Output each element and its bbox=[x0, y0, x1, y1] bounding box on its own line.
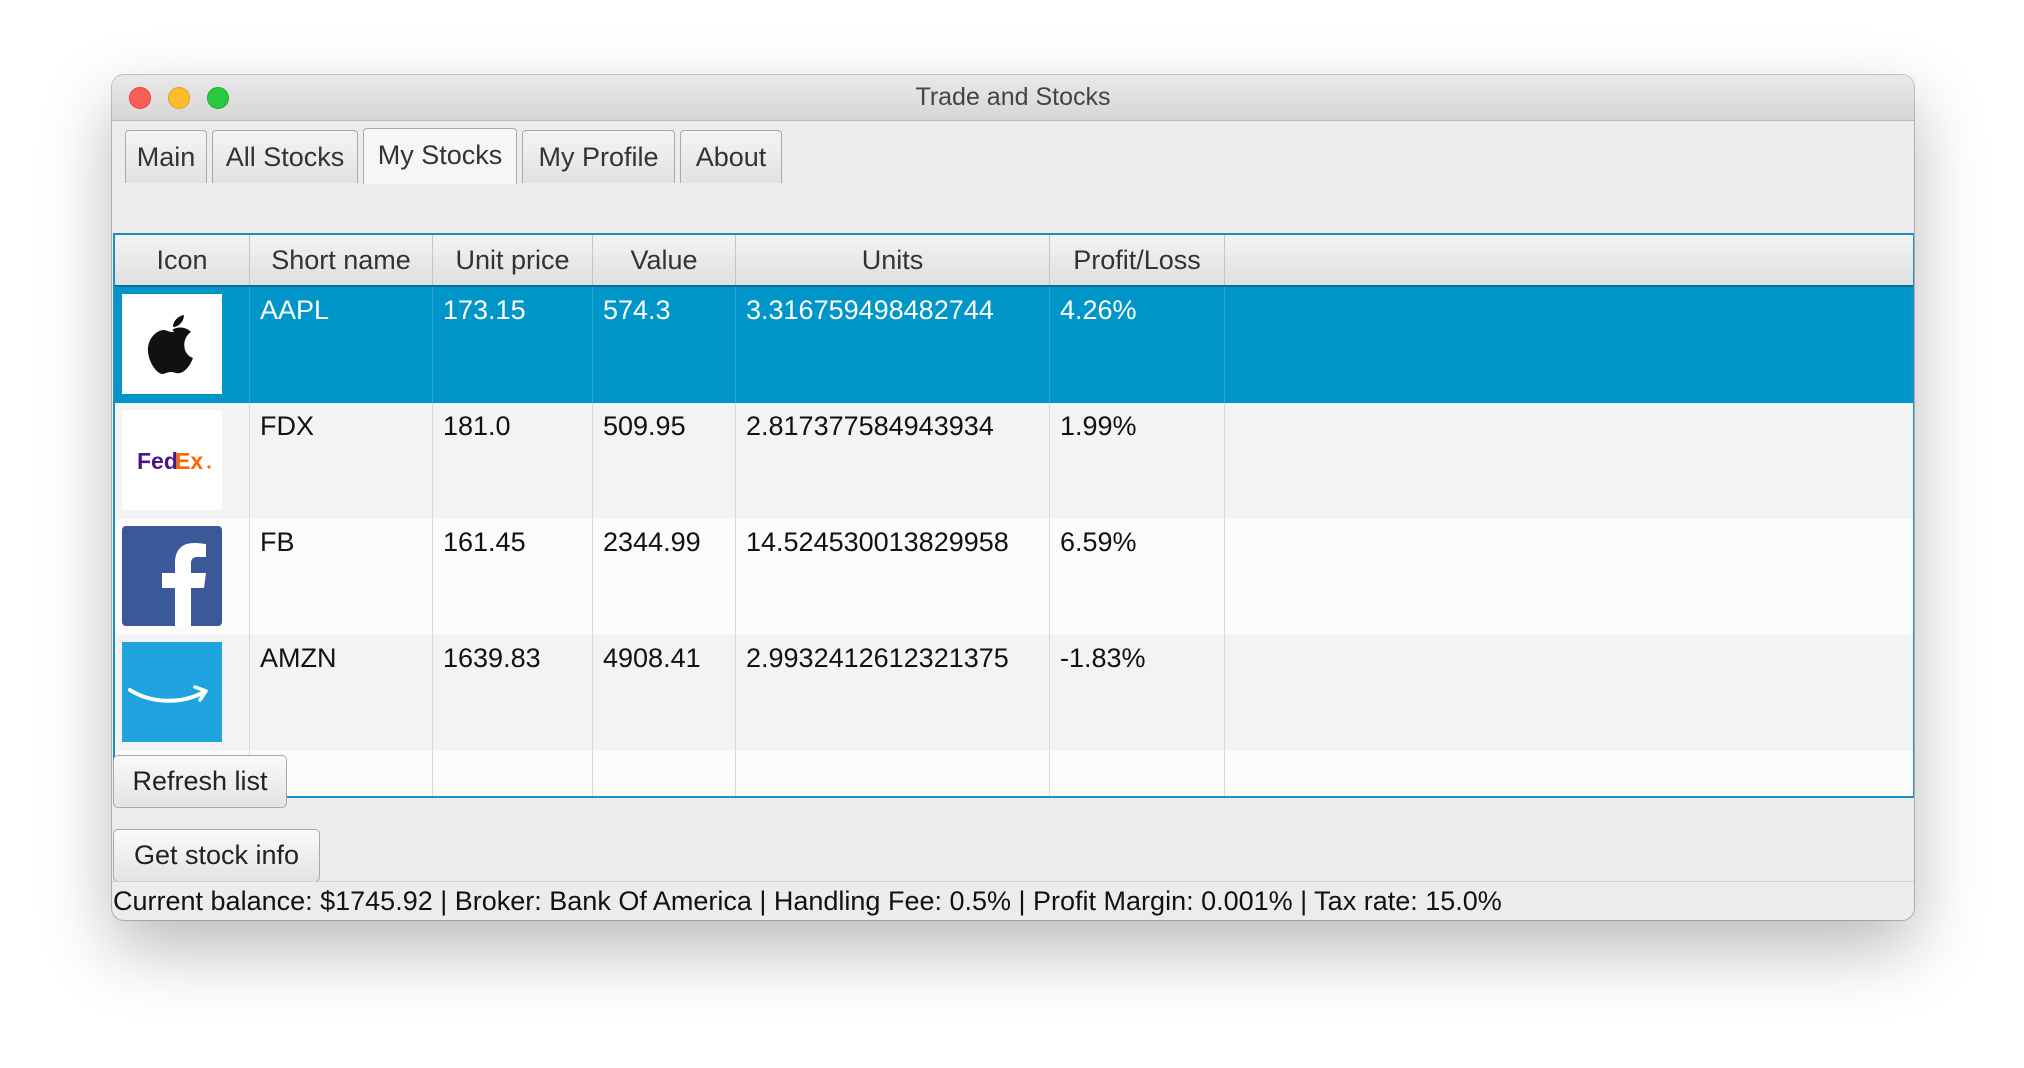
table-cell-filler bbox=[1225, 519, 1913, 635]
fedex-logo-icon: Fed Ex bbox=[122, 410, 222, 510]
fedex-logo-ex-text: Ex bbox=[175, 448, 203, 474]
table-cell-icon: Fed Ex bbox=[115, 403, 250, 519]
get-stock-info-button[interactable]: Get stock info bbox=[113, 829, 320, 882]
amazon-logo-icon bbox=[122, 642, 222, 742]
table-cell-unit-price: 161.45 bbox=[433, 519, 593, 635]
tab-about[interactable]: About bbox=[680, 130, 782, 183]
column-header-value[interactable]: Value bbox=[593, 235, 736, 286]
table-cell-units: 3.316759498482744 bbox=[736, 287, 1050, 403]
column-header-icon[interactable]: Icon bbox=[115, 235, 250, 286]
table-cell-profit-loss: -1.83% bbox=[1050, 635, 1225, 751]
table-cell-value: 2344.99 bbox=[593, 519, 736, 635]
table-cell-value: 574.3 bbox=[593, 287, 736, 403]
empty-cell bbox=[736, 751, 1050, 796]
empty-cell bbox=[1225, 751, 1913, 796]
table-cell-profit-loss: 4.26% bbox=[1050, 287, 1225, 403]
empty-table-row bbox=[115, 751, 1913, 796]
empty-cell bbox=[593, 751, 736, 796]
table-cell-icon bbox=[115, 635, 250, 751]
table-body: AAPL 173.15 574.3 3.316759498482744 4.26… bbox=[115, 285, 1913, 796]
table-row[interactable]: Fed Ex FDX 181.0 509.95 2.81737758494393… bbox=[115, 403, 1913, 520]
empty-cell bbox=[1050, 751, 1225, 796]
table-cell-short-name: AMZN bbox=[250, 635, 433, 751]
table-cell-icon bbox=[115, 519, 250, 635]
table-cell-short-name: FB bbox=[250, 519, 433, 635]
app-window: Trade and Stocks Main All Stocks My Stoc… bbox=[112, 75, 1914, 920]
table-cell-profit-loss: 1.99% bbox=[1050, 403, 1225, 519]
table-cell-value: 509.95 bbox=[593, 403, 736, 519]
title-bar[interactable]: Trade and Stocks bbox=[112, 75, 1914, 121]
table-cell-unit-price: 1639.83 bbox=[433, 635, 593, 751]
table-cell-value: 4908.41 bbox=[593, 635, 736, 751]
table-header: Icon Short name Unit price Value Units P… bbox=[115, 235, 1913, 287]
refresh-list-button[interactable]: Refresh list bbox=[113, 755, 287, 808]
table-cell-units: 2.9932412612321375 bbox=[736, 635, 1050, 751]
status-bar: Current balance: $1745.92 | Broker: Bank… bbox=[112, 881, 1914, 920]
column-header-profit-loss[interactable]: Profit/Loss bbox=[1050, 235, 1225, 286]
column-header-short-name[interactable]: Short name bbox=[250, 235, 433, 286]
facebook-logo-icon bbox=[122, 526, 222, 626]
table-cell-short-name: FDX bbox=[250, 403, 433, 519]
table-cell-units: 14.524530013829958 bbox=[736, 519, 1050, 635]
column-header-filler bbox=[1225, 235, 1913, 286]
table-row[interactable]: AMZN 1639.83 4908.41 2.9932412612321375 … bbox=[115, 635, 1913, 752]
window-title: Trade and Stocks bbox=[915, 83, 1111, 111]
table-cell-filler bbox=[1225, 403, 1913, 519]
tab-my-profile[interactable]: My Profile bbox=[522, 130, 675, 183]
tab-my-stocks[interactable]: My Stocks bbox=[363, 128, 517, 184]
table-cell-filler bbox=[1225, 287, 1913, 403]
table-cell-units: 2.817377584943934 bbox=[736, 403, 1050, 519]
tab-all-stocks[interactable]: All Stocks bbox=[212, 130, 358, 183]
table-cell-unit-price: 173.15 bbox=[433, 287, 593, 403]
table-cell-filler bbox=[1225, 635, 1913, 751]
fedex-logo-fed-text: Fed bbox=[137, 448, 178, 474]
column-header-units[interactable]: Units bbox=[736, 235, 1050, 286]
tab-strip: Main All Stocks My Stocks My Profile Abo… bbox=[112, 121, 1914, 798]
table-row[interactable]: AAPL 173.15 574.3 3.316759498482744 4.26… bbox=[115, 285, 1913, 406]
table-row[interactable]: FB 161.45 2344.99 14.524530013829958 6.5… bbox=[115, 519, 1913, 636]
column-header-unit-price[interactable]: Unit price bbox=[433, 235, 593, 286]
table-cell-profit-loss: 6.59% bbox=[1050, 519, 1225, 635]
apple-logo-icon bbox=[122, 294, 222, 394]
tab-main[interactable]: Main bbox=[125, 130, 207, 183]
stocks-table[interactable]: Icon Short name Unit price Value Units P… bbox=[113, 233, 1914, 798]
empty-cell bbox=[433, 751, 593, 796]
table-cell-short-name: AAPL bbox=[250, 287, 433, 403]
table-cell-icon bbox=[115, 287, 250, 403]
table-cell-unit-price: 181.0 bbox=[433, 403, 593, 519]
